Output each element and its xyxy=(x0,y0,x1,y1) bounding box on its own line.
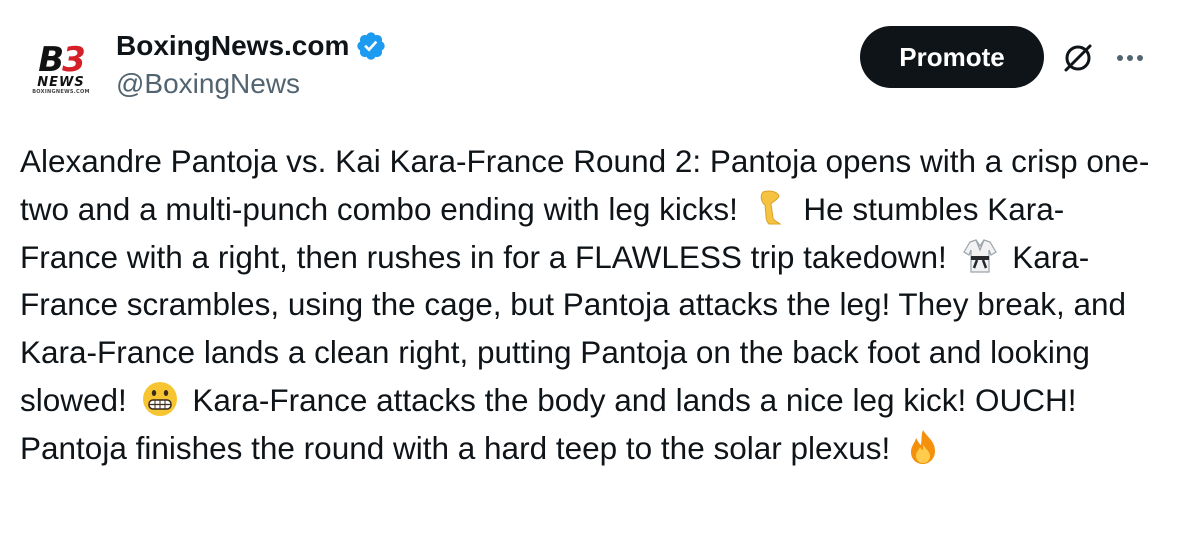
more-icon[interactable] xyxy=(1112,44,1148,72)
avatar[interactable]: B3 NEWS BOXINGNEWS.COM xyxy=(22,34,100,106)
avatar-logo-mark: B3 xyxy=(38,39,86,80)
verified-badge-icon xyxy=(357,32,386,60)
tweet: B3 NEWS BOXINGNEWS.COM BoxingNews.com @B… xyxy=(0,0,1180,540)
display-name[interactable]: BoxingNews.com xyxy=(116,30,349,62)
leg-emoji xyxy=(760,190,781,225)
avatar-logo-word: NEWS xyxy=(37,74,85,90)
handle[interactable]: @BoxingNews xyxy=(116,68,387,100)
tweet-text: Alexandre Pantoja vs. Kai Kara-France Ro… xyxy=(20,138,1160,473)
name-row: BoxingNews.com xyxy=(116,28,387,64)
promote-button[interactable]: Promote xyxy=(860,26,1044,88)
user-block: BoxingNews.com @BoxingNews xyxy=(116,28,387,100)
avatar-logo-url: BOXINGNEWS.COM xyxy=(32,88,90,95)
martial-arts-uniform-emoji xyxy=(962,238,997,273)
fire-emoji xyxy=(911,429,936,464)
grok-icon[interactable] xyxy=(1060,40,1096,76)
grimacing-face-emoji xyxy=(142,381,177,416)
